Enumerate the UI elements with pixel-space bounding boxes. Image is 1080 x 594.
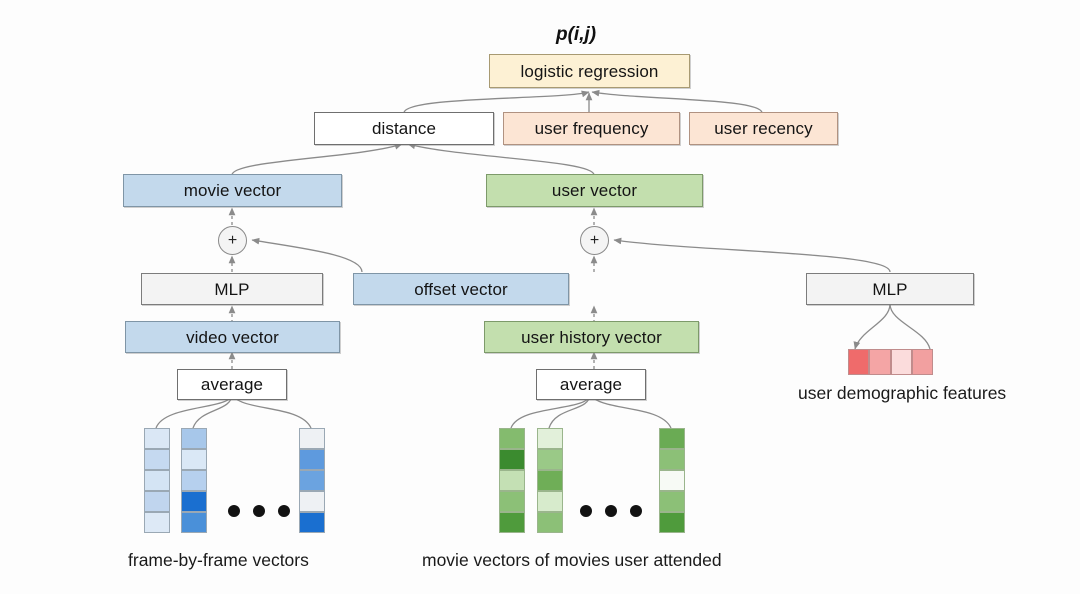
demographic-cell xyxy=(911,349,933,375)
caption-user-demographics: user demographic features xyxy=(798,383,1007,403)
heat-cell xyxy=(537,449,563,470)
heat-cell xyxy=(499,449,525,470)
heat-cell xyxy=(181,470,207,491)
heat-cell xyxy=(144,491,170,512)
node-distance[interactable]: distance xyxy=(314,112,494,145)
node-user-history-vector[interactable]: user history vector xyxy=(484,321,699,353)
caption-movie-vectors: movie vectors of movies user attended xyxy=(422,550,722,570)
ellipsis-dot xyxy=(630,505,642,517)
node-user-vector[interactable]: user vector xyxy=(486,174,703,207)
heat-cell xyxy=(659,449,685,470)
heat-cell xyxy=(537,428,563,449)
node-movie-vector[interactable]: movie vector xyxy=(123,174,342,207)
frame-vector-column-2 xyxy=(181,428,207,533)
node-mlp-right[interactable]: MLP xyxy=(806,273,974,305)
frame-vector-column-1 xyxy=(144,428,170,533)
heat-cell xyxy=(181,491,207,512)
heat-cell xyxy=(144,449,170,470)
ellipsis-dot xyxy=(228,505,240,517)
movie-vector-column-1 xyxy=(499,428,525,533)
heat-cell xyxy=(299,428,325,449)
heat-cell xyxy=(499,512,525,533)
heat-cell xyxy=(181,449,207,470)
heat-cell xyxy=(144,512,170,533)
heat-cell xyxy=(659,470,685,491)
heat-cell xyxy=(299,512,325,533)
heat-cell xyxy=(299,449,325,470)
heat-cell xyxy=(181,512,207,533)
heat-cell xyxy=(144,428,170,449)
heat-cell xyxy=(181,428,207,449)
frame-vector-column-n xyxy=(299,428,325,533)
ellipsis-dot xyxy=(278,505,290,517)
heat-cell xyxy=(537,470,563,491)
caption-frame-vectors: frame-by-frame vectors xyxy=(128,550,309,570)
heat-cell xyxy=(659,428,685,449)
ellipsis-frames xyxy=(228,505,290,517)
output-probability-label: p(i,j) xyxy=(556,24,597,45)
node-video-vector[interactable]: video vector xyxy=(125,321,340,353)
ellipsis-dot xyxy=(605,505,617,517)
sum-node-user[interactable]: + xyxy=(580,226,609,255)
demographic-cell xyxy=(848,349,870,375)
node-user-recency[interactable]: user recency xyxy=(689,112,838,145)
demographic-cell xyxy=(869,349,891,375)
heat-cell xyxy=(499,470,525,491)
node-mlp-left[interactable]: MLP xyxy=(141,273,323,305)
ellipsis-dot xyxy=(580,505,592,517)
ellipsis-movies xyxy=(580,505,642,517)
heat-cell xyxy=(537,491,563,512)
heat-cell xyxy=(499,491,525,512)
heat-cell xyxy=(659,491,685,512)
heat-cell xyxy=(659,512,685,533)
movie-vector-column-2 xyxy=(537,428,563,533)
node-logistic-regression[interactable]: logistic regression xyxy=(489,54,690,88)
node-user-frequency[interactable]: user frequency xyxy=(503,112,680,145)
demographic-feature-row xyxy=(848,349,933,375)
heat-cell xyxy=(299,470,325,491)
heat-cell xyxy=(299,491,325,512)
node-offset-vector[interactable]: offset vector xyxy=(353,273,569,305)
node-average-left[interactable]: average xyxy=(177,369,287,400)
heat-cell xyxy=(499,428,525,449)
heat-cell xyxy=(537,512,563,533)
heat-cell xyxy=(144,470,170,491)
sum-node-movie[interactable]: + xyxy=(218,226,247,255)
demographic-cell xyxy=(890,349,912,375)
node-average-mid[interactable]: average xyxy=(536,369,646,400)
movie-vector-column-n xyxy=(659,428,685,533)
diagram-canvas: p(i,j) logistic regression distance user… xyxy=(0,0,1080,594)
ellipsis-dot xyxy=(253,505,265,517)
